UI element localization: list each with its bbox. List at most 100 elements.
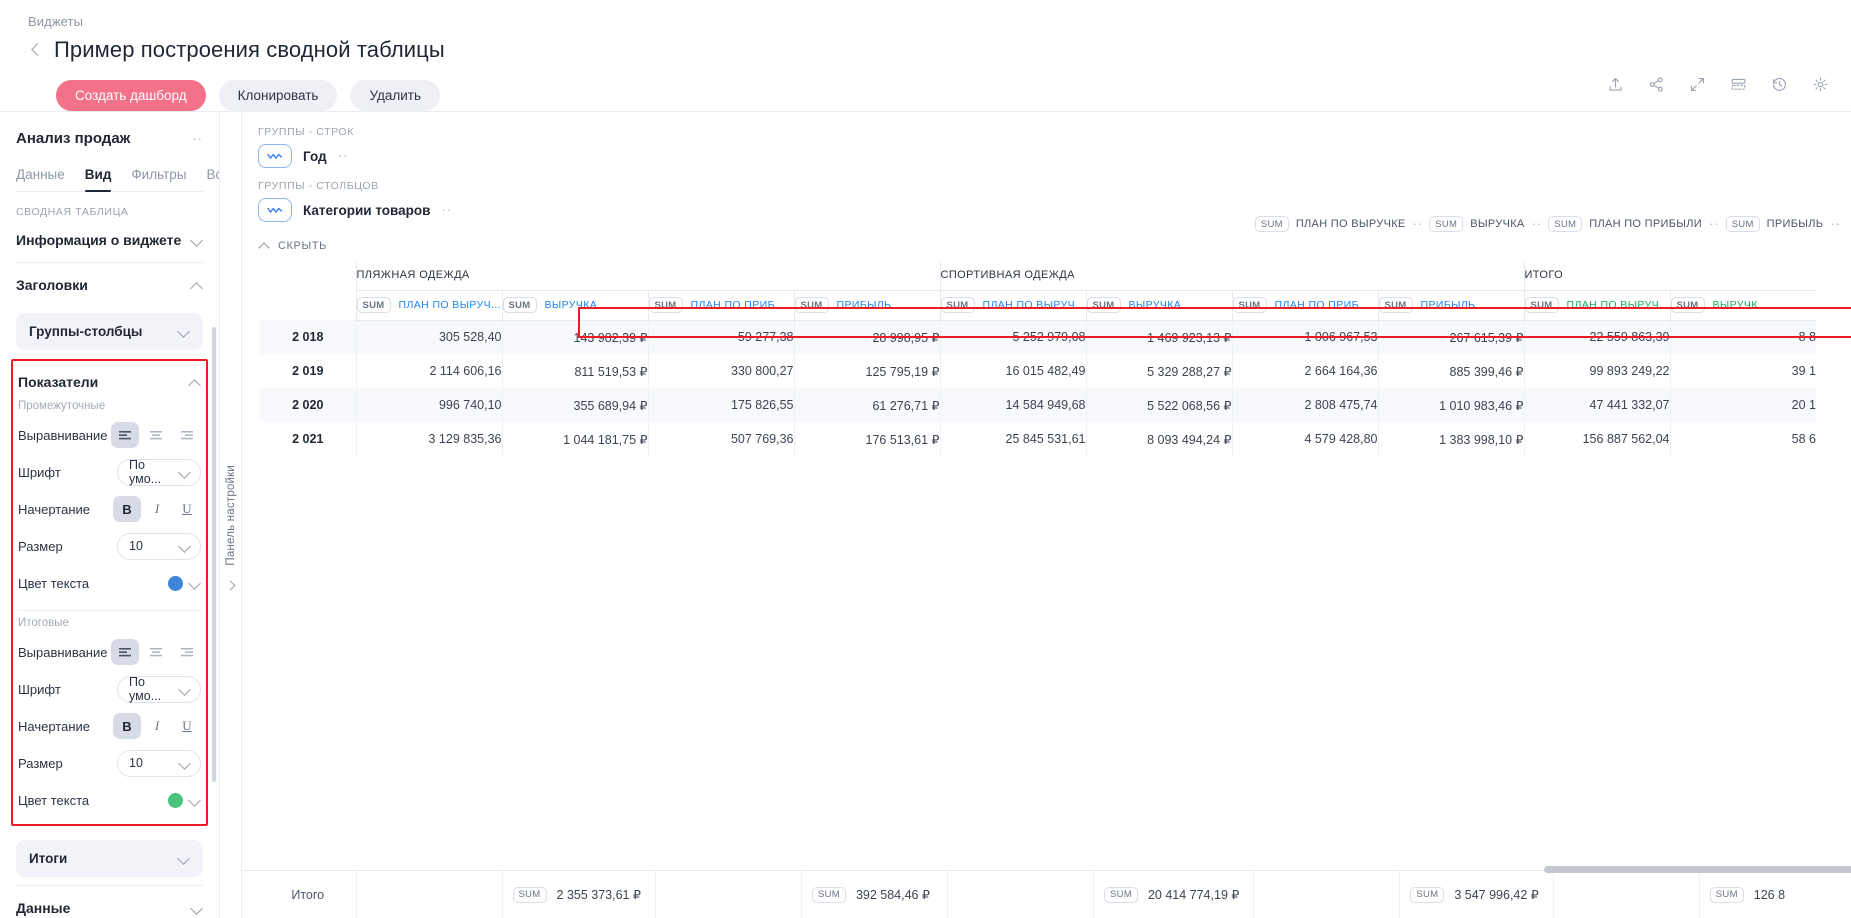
upload-icon[interactable]	[1607, 76, 1624, 93]
accordion-data-label: Данные	[16, 900, 71, 916]
subtotal-size-select[interactable]: 10	[117, 532, 201, 560]
table-row[interactable]: 2 020 996 740,10 355 689,94 ₽ 175 826,55…	[260, 388, 1816, 422]
column-header[interactable]: SUM ПЛАН ПО ПРИБ...	[647, 289, 794, 321]
more-horizontal-icon[interactable]: ··	[1830, 217, 1841, 230]
subtotal-color-picker[interactable]	[168, 575, 201, 591]
sidebar-title: Анализ продаж	[16, 130, 131, 147]
sum-badge: SUM	[1709, 886, 1744, 903]
measures-section-header[interactable]: Показатели	[18, 365, 201, 394]
create-dashboard-button[interactable]: Создать дашборд	[56, 80, 206, 111]
column-header[interactable]: SUM ПЛАН ПО ВЫРУЧ...	[1523, 289, 1670, 321]
horizontal-scrollbar[interactable]	[1544, 866, 1851, 873]
wave-icon[interactable]	[258, 198, 292, 222]
rows-field-name[interactable]: Год	[303, 149, 327, 164]
align-right-button[interactable]	[173, 422, 201, 448]
italic-button[interactable]: I	[143, 496, 171, 522]
align-center-button[interactable]	[142, 422, 170, 448]
measures-chips: SUM ПЛАН ПО ВЫРУЧКЕ ·· SUM ВЫРУЧКА ·· SU…	[1254, 216, 1841, 232]
tab-filtry[interactable]: Фильтры	[131, 167, 186, 191]
accordion-totals[interactable]: Итоги	[16, 840, 203, 877]
history-icon[interactable]	[1771, 76, 1788, 93]
bold-button[interactable]: B	[113, 496, 141, 522]
tab-vse[interactable]: Все	[206, 167, 219, 191]
table-cell: 1 044 181,75 ₽	[501, 422, 648, 456]
column-header[interactable]: SUM ПЛАН ПО ПРИБ...	[1231, 289, 1378, 321]
column-header[interactable]: SUM ВЫРУЧКА	[501, 289, 648, 321]
more-horizontal-icon[interactable]: ··	[1413, 217, 1424, 230]
italic-button[interactable]: I	[143, 713, 171, 739]
sum-badge: SUM	[502, 297, 537, 313]
grandtotal-color-picker[interactable]	[168, 792, 201, 808]
underline-button[interactable]: U	[173, 713, 201, 739]
table-row[interactable]: 2 021 3 129 835,36 1 044 181,75 ₽ 507 76…	[260, 422, 1816, 456]
chevron-down-icon	[179, 853, 190, 864]
align-left-button[interactable]	[111, 422, 139, 448]
align-right-button[interactable]	[173, 639, 201, 665]
subtotal-font-row: Шрифт По умо...	[18, 458, 201, 486]
chevron-left-icon[interactable]	[28, 42, 44, 58]
sum-badge: SUM	[1103, 886, 1138, 903]
layout-icon[interactable]	[1730, 76, 1747, 93]
subtotal-font-select[interactable]: По умо...	[117, 458, 201, 486]
group-columns-pill[interactable]: Группы-столбцы	[16, 313, 203, 350]
more-horizontal-icon[interactable]: ··	[1709, 217, 1720, 230]
table-cell: 47 441 332,07	[1523, 388, 1670, 422]
settings-panel-tab[interactable]: Панель настройки	[220, 112, 242, 918]
more-horizontal-icon[interactable]: ··	[338, 149, 349, 162]
action-buttons: Создать дашборд Клонировать Удалить	[28, 63, 1851, 111]
column-header[interactable]: SUM ПЛАН ПО ВЫРУЧ...	[355, 289, 502, 321]
column-header[interactable]: SUM ПЛАН ПО ВЫРУЧ...	[939, 289, 1086, 321]
tab-dannye[interactable]: Данные	[16, 167, 65, 191]
table-row[interactable]: 2 019 2 114 606,16 811 519,53 ₽ 330 800,…	[260, 354, 1816, 388]
underline-button[interactable]: U	[173, 496, 201, 522]
clone-button[interactable]: Клонировать	[218, 80, 338, 111]
sum-badge: SUM	[1670, 297, 1705, 313]
grandtotal-size-select[interactable]: 10	[117, 749, 201, 777]
breadcrumb[interactable]: Виджеты	[28, 14, 1851, 29]
sidebar-tabs: Данные Вид Фильтры Все	[16, 167, 219, 192]
column-header[interactable]: SUM ВЫРУЧКА	[1085, 289, 1232, 321]
wave-icon[interactable]	[258, 144, 292, 168]
accordion-headers[interactable]: Заголовки	[16, 263, 203, 307]
table-cell: 355 689,94 ₽	[501, 388, 648, 422]
table-cell: 305 528,40	[355, 320, 502, 354]
hide-toggle[interactable]: СКРЫТЬ	[242, 234, 1851, 260]
measure-chip[interactable]: SUM ВЫРУЧКА ··	[1429, 216, 1542, 232]
bold-button[interactable]: B	[113, 713, 141, 739]
fullscreen-icon[interactable]	[1689, 76, 1706, 93]
column-header[interactable]: SUM ПРИБЫЛЬ	[1377, 289, 1524, 321]
chevron-up-icon	[190, 377, 201, 388]
grandtotal-font-select[interactable]: По умо...	[117, 675, 201, 703]
align-center-button[interactable]	[142, 639, 170, 665]
align-left-button[interactable]	[111, 639, 139, 665]
column-header[interactable]: SUM ВЫРУЧК	[1669, 289, 1816, 321]
chevron-down-icon	[190, 578, 201, 589]
share-icon[interactable]	[1648, 76, 1665, 93]
subtotal-align-row: Выравнивание	[18, 421, 201, 449]
sum-badge: SUM	[1232, 297, 1267, 313]
sidebar-scrollbar[interactable]	[212, 327, 216, 782]
gear-icon[interactable]	[1812, 76, 1829, 93]
table-cell: 28 998,95 ₽	[793, 320, 940, 354]
measure-chip[interactable]: SUM ПЛАН ПО ПРИБЫЛИ ··	[1548, 216, 1719, 232]
tab-vid[interactable]: Вид	[84, 167, 111, 192]
sum-badge: SUM	[1725, 216, 1760, 232]
table-cell: 996 740,10	[355, 388, 502, 422]
accordion-widget-info[interactable]: Информация о виджете	[16, 218, 203, 263]
divider	[18, 610, 201, 611]
column-header[interactable]: SUM ПРИБЫЛЬ	[793, 289, 940, 321]
more-horizontal-icon[interactable]: ··	[192, 132, 203, 145]
table-row[interactable]: 2 018 305 528,40 143 982,39 ₽ 59 277,38 …	[260, 320, 1816, 354]
totals-value: 20 414 774,19 ₽	[1147, 888, 1240, 902]
more-horizontal-icon[interactable]: ··	[441, 203, 452, 216]
chevron-up-icon	[260, 241, 270, 251]
accordion-data[interactable]: Данные	[16, 885, 203, 918]
measure-chip[interactable]: SUM ПЛАН ПО ВЫРУЧКЕ ··	[1254, 216, 1424, 232]
more-horizontal-icon[interactable]: ··	[1532, 217, 1543, 230]
cols-field-name[interactable]: Категории товаров	[303, 203, 430, 218]
totals-cell	[1552, 871, 1700, 918]
column-subheader-row: SUM ПЛАН ПО ВЫРУЧ... SUM ВЫРУЧКА SUM ПЛАН П…	[260, 289, 1816, 321]
sum-badge: SUM	[648, 297, 683, 313]
delete-button[interactable]: Удалить	[350, 80, 441, 111]
measure-chip[interactable]: SUM ПРИБЫЛЬ ··	[1725, 216, 1841, 232]
